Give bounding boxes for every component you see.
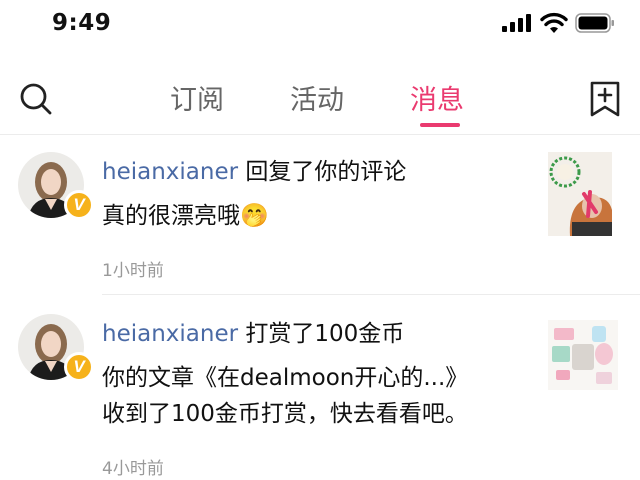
search-icon[interactable]	[19, 82, 53, 116]
wifi-icon	[540, 12, 568, 33]
verified-badge: V	[64, 190, 94, 220]
message-header: heianxianer 回复了你的评论	[102, 152, 406, 186]
message-header: heianxianer 打赏了100金币	[102, 314, 404, 348]
compose-icon[interactable]	[588, 80, 622, 118]
message-body-line: 你的文章《在dealmoon开心的...》	[102, 365, 469, 391]
tab-messages[interactable]: 消息	[410, 78, 464, 117]
username-link[interactable]: heianxianer	[102, 159, 238, 185]
message-time: 4小时前	[102, 459, 164, 479]
message-body: 真的很漂亮哦🤭	[102, 198, 269, 234]
tab-activities[interactable]: 活动	[290, 78, 344, 117]
message-item[interactable]: V heianxianer 打赏了100金币 你的文章《在dealmoon开心的…	[0, 296, 640, 480]
tab-subscriptions[interactable]: 订阅	[170, 78, 224, 117]
avatar[interactable]: V	[18, 152, 94, 220]
active-tab-indicator	[420, 123, 460, 127]
status-bar: 9:49	[0, 0, 640, 50]
message-body-line: 真的很漂亮哦🤭	[102, 203, 269, 229]
status-time: 9:49	[52, 10, 112, 36]
message-time: 1小时前	[102, 261, 164, 281]
battery-icon	[575, 13, 614, 33]
divider	[102, 294, 640, 295]
message-action: 回复了你的评论	[238, 159, 407, 185]
cellular-signal-icon	[502, 14, 531, 32]
message-body: 你的文章《在dealmoon开心的...》 收到了100金币打赏，快去看看吧。	[102, 360, 468, 432]
message-action: 打赏了100金币	[238, 321, 405, 347]
message-body-line: 收到了100金币打赏，快去看看吧。	[102, 401, 468, 427]
top-nav: 订阅 活动 消息	[0, 62, 640, 135]
verified-badge: V	[64, 352, 94, 382]
avatar[interactable]: V	[18, 314, 94, 382]
post-thumbnail[interactable]	[548, 152, 612, 236]
username-link[interactable]: heianxianer	[102, 321, 238, 347]
post-thumbnail[interactable]	[548, 320, 618, 390]
message-item[interactable]: V heianxianer 回复了你的评论 真的很漂亮哦🤭 1小时前	[0, 134, 640, 296]
